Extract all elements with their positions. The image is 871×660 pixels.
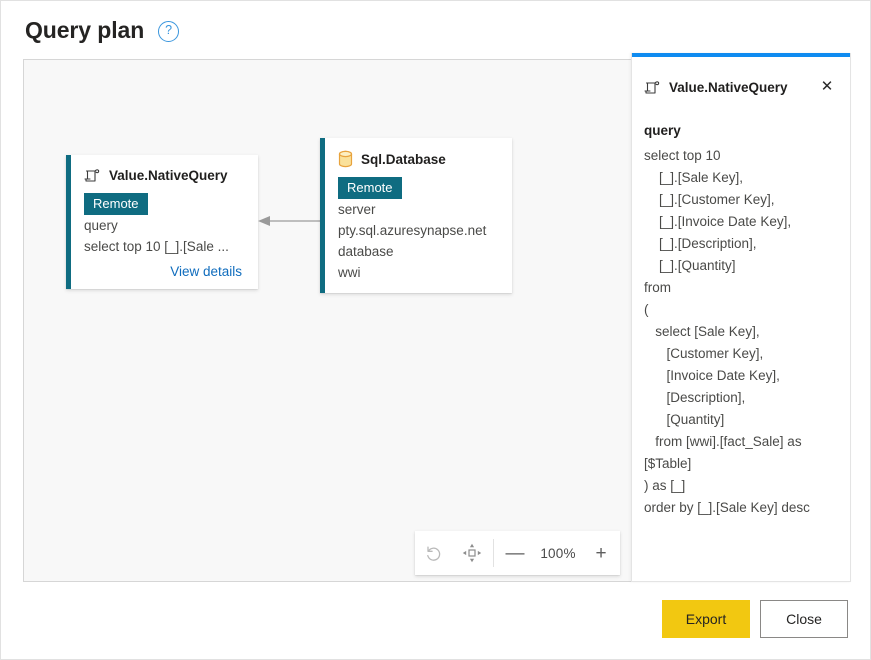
node-title-text: Value.NativeQuery — [109, 168, 228, 183]
dialog-footer: Export Close — [662, 600, 848, 638]
scroll-icon — [84, 167, 101, 184]
export-button[interactable]: Export — [662, 600, 750, 638]
node-field-value: select top 10 [_].[Sale ... — [84, 239, 229, 254]
details-panel-header: Value.NativeQuery ✕ — [632, 53, 850, 99]
undo-reset-icon[interactable] — [415, 531, 453, 575]
fit-to-screen-icon[interactable] — [453, 531, 491, 575]
node-title-row: Sql.Database — [338, 150, 498, 168]
details-panel-body: query select top 10 [_].[Sale Key], [_].… — [632, 99, 850, 519]
minus-icon: — — [505, 542, 525, 564]
details-query-text: select top 10 [_].[Sale Key], [_].[Custo… — [644, 148, 810, 515]
database-icon — [338, 150, 353, 168]
details-panel-title: Value.NativeQuery — [669, 79, 788, 95]
node-field-key: query — [84, 218, 118, 233]
zoom-level-label: 100% — [540, 545, 576, 561]
connector-arrow — [258, 216, 322, 226]
view-details-link[interactable]: View details — [84, 264, 244, 279]
scroll-icon — [644, 79, 661, 96]
details-field-label: query — [644, 123, 681, 138]
question-circle-icon[interactable]: ? — [158, 21, 180, 42]
zoom-in-button[interactable]: + — [582, 531, 620, 575]
toolbar-divider — [493, 539, 494, 567]
node-field-value: pty.sql.azuresynapse.net — [338, 223, 487, 238]
panel-accent-bar — [632, 53, 850, 57]
node-badge-remote: Remote — [84, 193, 148, 215]
zoom-out-button[interactable]: — — [496, 531, 534, 575]
zoom-toolbar[interactable]: — 100% + — [415, 531, 620, 575]
details-panel: Value.NativeQuery ✕ query select top 10 … — [631, 53, 851, 582]
node-title-row: Value.NativeQuery — [84, 167, 244, 184]
node-accent-bar — [320, 138, 325, 293]
node-sql-database[interactable]: Sql.Database Remote server pty.sql.azure… — [320, 138, 512, 293]
node-accent-bar — [66, 155, 71, 289]
page-title: Query plan — [25, 17, 145, 43]
node-value-native-query[interactable]: Value.NativeQuery Remote query select to… — [66, 155, 258, 289]
close-icon[interactable]: ✕ — [814, 73, 840, 99]
node-field-key: database — [338, 244, 394, 259]
query-plan-dialog: Query plan ? Value.NativeQuery Remote qu… — [0, 0, 871, 660]
dialog-header: Query plan ? — [25, 15, 180, 45]
node-title-text: Sql.Database — [361, 151, 446, 167]
node-field-key: server — [338, 202, 376, 217]
close-button[interactable]: Close — [760, 600, 848, 638]
node-field-value: wwi — [338, 265, 361, 280]
node-badge-remote: Remote — [338, 177, 402, 199]
plus-icon: + — [595, 542, 607, 564]
